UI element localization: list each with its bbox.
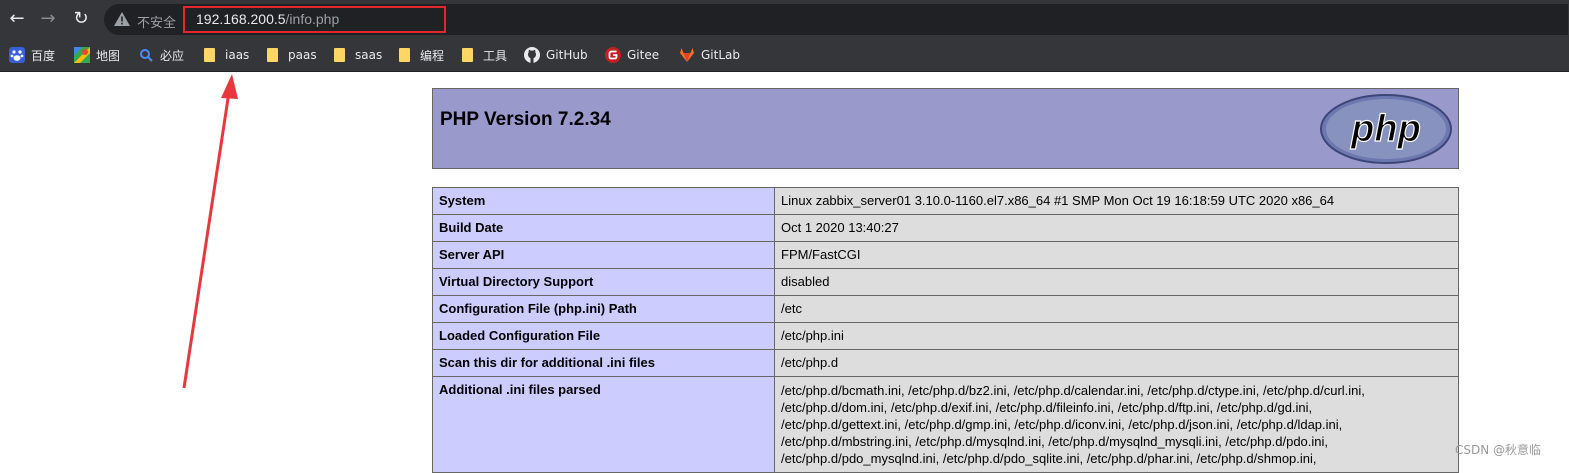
row-key: Additional .ini files parsed bbox=[432, 376, 775, 473]
row-value: Oct 1 2020 13:40:27 bbox=[774, 214, 1459, 242]
php-version-header: PHP Version 7.2.34 php bbox=[432, 88, 1459, 169]
row-value: /etc/php.d bbox=[774, 349, 1459, 377]
row-value: disabled bbox=[774, 268, 1459, 296]
table-row: Build Date Oct 1 2020 13:40:27 bbox=[432, 214, 1459, 242]
row-value: /etc/php.ini bbox=[774, 322, 1459, 350]
row-key: Scan this dir for additional .ini files bbox=[432, 349, 775, 377]
row-key: Server API bbox=[432, 241, 775, 269]
php-version-title: PHP Version 7.2.34 bbox=[440, 109, 611, 130]
table-row: Configuration File (php.ini) Path /etc bbox=[432, 295, 1459, 323]
table-row: Server API FPM/FastCGI bbox=[432, 241, 1459, 269]
ini-file-line: /etc/php.d/dom.ini, /etc/php.d/exif.ini,… bbox=[781, 400, 1313, 415]
row-key: Build Date bbox=[432, 214, 775, 242]
csdn-watermark: CSDN @秋意临 bbox=[1455, 443, 1542, 457]
ini-file-line: /etc/php.d/gettext.ini, /etc/php.d/gmp.i… bbox=[781, 417, 1343, 432]
table-row: Scan this dir for additional .ini files … bbox=[432, 349, 1459, 377]
ini-file-line: /etc/php.d/bcmath.ini, /etc/php.d/bz2.in… bbox=[781, 383, 1365, 398]
php-logo-text: php bbox=[1350, 108, 1421, 150]
ini-file-line: /etc/php.d/mbstring.ini, /etc/php.d/mysq… bbox=[781, 434, 1329, 449]
table-row: Virtual Directory Support disabled bbox=[432, 268, 1459, 296]
row-key: Loaded Configuration File bbox=[432, 322, 775, 350]
php-logo: php bbox=[1320, 94, 1452, 164]
table-row: System Linux zabbix_server01 3.10.0-1160… bbox=[432, 187, 1459, 215]
row-key: Virtual Directory Support bbox=[432, 268, 775, 296]
row-value: FPM/FastCGI bbox=[774, 241, 1459, 269]
row-value: /etc/php.d/bcmath.ini, /etc/php.d/bz2.in… bbox=[774, 376, 1459, 473]
row-key: System bbox=[432, 187, 775, 215]
row-key: Configuration File (php.ini) Path bbox=[432, 295, 775, 323]
row-value: Linux zabbix_server01 3.10.0-1160.el7.x8… bbox=[774, 187, 1459, 215]
table-row: Loaded Configuration File /etc/php.ini bbox=[432, 322, 1459, 350]
php-info-table: System Linux zabbix_server01 3.10.0-1160… bbox=[432, 187, 1459, 473]
ini-file-line: /etc/php.d/pdo_mysqlnd.ini, /etc/php.d/p… bbox=[781, 451, 1317, 466]
table-row: Additional .ini files parsed /etc/php.d/… bbox=[432, 376, 1459, 473]
row-value: /etc bbox=[774, 295, 1459, 323]
